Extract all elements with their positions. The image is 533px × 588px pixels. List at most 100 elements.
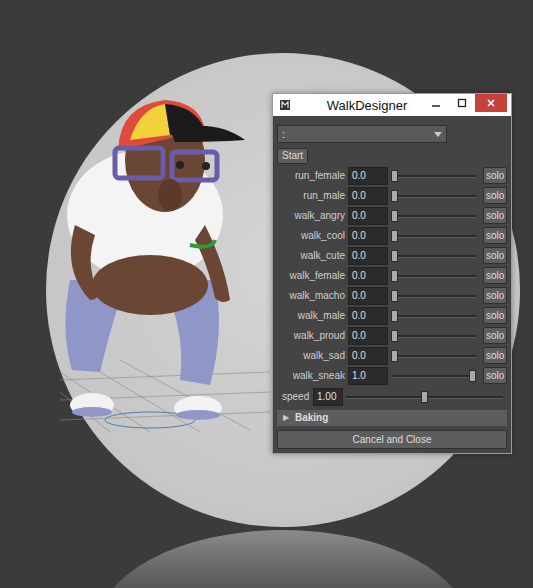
preset-value-field[interactable]: 0.0 [348,307,388,325]
start-row: Start [277,145,507,164]
preset-row: run_female 0.0 solo [277,166,507,186]
window-title: WalkDesigner [297,98,417,113]
slider-track [391,335,476,338]
window-body: : Start run_female 0.0 solorun_male 0.0 … [273,116,511,453]
page: WalkDesigner : Start run_female 0.0 solo… [0,0,533,588]
slider-thumb[interactable] [391,310,398,322]
slider-thumb[interactable] [391,270,398,282]
collapse-arrow: ▶ [283,413,289,422]
preset-value-field[interactable]: 0.0 [348,267,388,285]
preset-row: run_male 0.0 solo [277,186,507,206]
solo-button[interactable]: solo [483,247,507,264]
slider-track [391,275,476,278]
window-controls [423,94,507,112]
preset-slider[interactable] [391,329,476,343]
slider-track [391,295,476,298]
preset-slider[interactable] [391,349,476,363]
preset-label: walk_sneak [277,370,345,381]
title-bar[interactable]: WalkDesigner [273,94,511,116]
preset-label: walk_proud [277,330,345,341]
dropdown-arrow-icon [434,132,442,137]
preset-value-field[interactable]: 0.0 [348,247,388,265]
preset-list: run_female 0.0 solorun_male 0.0 solowalk… [277,166,507,386]
close-icon [486,98,496,108]
start-button[interactable]: Start [277,148,308,164]
preset-label: walk_sad [277,350,345,361]
maximize-button[interactable] [449,94,475,112]
solo-button[interactable]: solo [483,327,507,344]
minimize-button[interactable] [423,94,449,112]
dropdown-value: : [282,128,285,140]
preset-row: walk_cute 0.0 solo [277,246,507,266]
preset-value-field[interactable]: 1.0 [348,367,388,385]
solo-button[interactable]: solo [483,347,507,364]
speed-value-field[interactable]: 1.00 [313,388,343,406]
preset-value-field[interactable]: 0.0 [348,287,388,305]
preset-slider[interactable] [391,209,476,223]
preset-value-field[interactable]: 0.0 [348,167,388,185]
preset-row: walk_macho 0.0 solo [277,286,507,306]
preset-label: walk_male [277,310,345,321]
preset-slider[interactable] [391,189,476,203]
preset-slider[interactable] [391,289,476,303]
preset-slider[interactable] [391,229,476,243]
slider-thumb[interactable] [391,170,398,182]
slider-thumb[interactable] [391,230,398,242]
preset-slider[interactable] [391,249,476,263]
preset-slider[interactable] [391,169,476,183]
minimize-icon [431,98,441,108]
solo-button[interactable]: solo [483,187,507,204]
baking-label: Baking [295,412,328,423]
backdrop-reflection [96,530,470,588]
slider-track [391,175,476,178]
cancel-and-close-button[interactable]: Cancel and Close [277,430,507,449]
preset-row: walk_male 0.0 solo [277,306,507,326]
slider-track [391,215,476,218]
slider-thumb[interactable] [391,250,398,262]
solo-button[interactable]: solo [483,307,507,324]
slider-track [391,235,476,238]
preset-label: run_male [277,190,345,201]
preset-row: walk_proud 0.0 solo [277,326,507,346]
speed-slider[interactable] [346,390,503,404]
solo-button[interactable]: solo [483,367,507,384]
slider-thumb[interactable] [391,210,398,222]
slider-thumb[interactable] [391,190,398,202]
preset-dropdown[interactable]: : [277,125,447,143]
character-render [55,100,280,445]
preset-value-field[interactable]: 0.0 [348,207,388,225]
preset-label: walk_cool [277,230,345,241]
preset-value-field[interactable]: 0.0 [348,347,388,365]
preset-slider[interactable] [391,269,476,283]
baking-frame-header[interactable]: ▶ Baking [277,410,507,426]
preset-row: walk_cool 0.0 solo [277,226,507,246]
walkdesigner-window[interactable]: WalkDesigner : Start run_female 0.0 solo… [272,93,512,454]
maya-icon [279,99,291,111]
preset-value-field[interactable]: 0.0 [348,227,388,245]
slider-track [391,195,476,198]
preset-slider[interactable] [391,309,476,323]
preset-value-field[interactable]: 0.0 [348,327,388,345]
solo-button[interactable]: solo [483,167,507,184]
slider-thumb[interactable] [391,290,398,302]
preset-label: walk_angry [277,210,345,221]
solo-button[interactable]: solo [483,227,507,244]
close-button[interactable] [475,94,507,112]
preset-row: walk_angry 0.0 solo [277,206,507,226]
slider-thumb[interactable] [391,350,398,362]
preset-value-field[interactable]: 0.0 [348,187,388,205]
slider-track [391,375,476,378]
slider-track [391,315,476,318]
solo-button[interactable]: solo [483,287,507,304]
slider-thumb[interactable] [469,370,476,382]
preset-label: run_female [277,170,345,181]
speed-row: speed 1.00 [277,388,507,406]
slider-track [391,255,476,258]
slider-thumb[interactable] [391,330,398,342]
solo-button[interactable]: solo [483,207,507,224]
slider-thumb[interactable] [421,391,428,403]
solo-button[interactable]: solo [483,267,507,284]
maximize-icon [457,98,467,108]
preset-row: walk_female 0.0 solo [277,266,507,286]
preset-slider[interactable] [391,369,476,383]
